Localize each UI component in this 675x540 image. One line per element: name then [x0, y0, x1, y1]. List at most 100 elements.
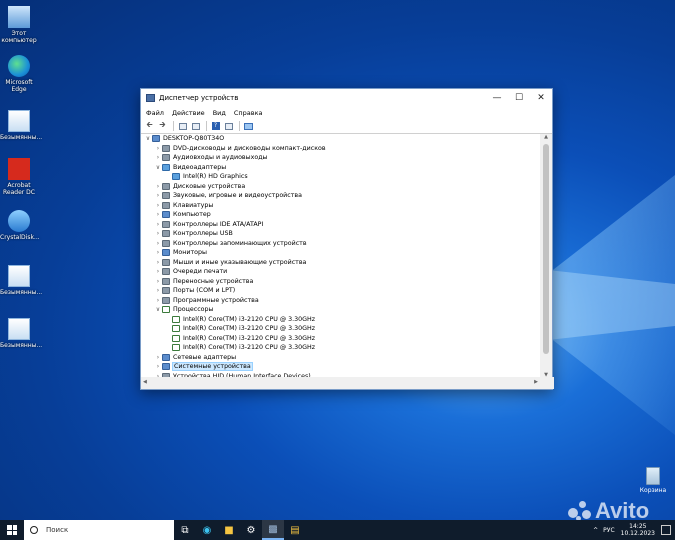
- maximize-button[interactable]: ☐: [508, 89, 530, 107]
- tree-device[interactable]: Intel(R) Core(TM) i3-2120 CPU @ 3.30GHz: [141, 334, 541, 344]
- chevron-right-icon[interactable]: ›: [154, 192, 162, 199]
- chevron-right-icon[interactable]: ›: [154, 268, 162, 275]
- tree-device[interactable]: Intel(R) HD Graphics: [141, 172, 541, 182]
- tree-category[interactable]: › Контроллеры USB: [141, 229, 541, 239]
- title-bar[interactable]: Диспетчер устройств — ☐ ✕: [141, 89, 552, 107]
- chevron-right-icon[interactable]: ›: [154, 145, 162, 152]
- scan-hardware-icon[interactable]: [243, 121, 254, 132]
- start-button[interactable]: [0, 520, 24, 540]
- taskbar-explorer-icon[interactable]: ■: [218, 520, 240, 540]
- clock-time: 14:25: [629, 523, 647, 530]
- task-view-icon[interactable]: ⧉: [174, 520, 196, 540]
- chevron-right-icon[interactable]: ›: [154, 230, 162, 237]
- recycle-bin[interactable]: Корзина: [638, 467, 668, 494]
- scroll-up-icon[interactable]: ▲: [540, 134, 552, 140]
- tree-category[interactable]: › DVD-дисководы и дисководы компакт-диско…: [141, 144, 541, 154]
- tree-category[interactable]: ∨ Видеоадаптеры: [141, 163, 541, 173]
- clock[interactable]: 14:25 10.12.2023: [621, 523, 655, 537]
- tree-category[interactable]: › Порты (COM и LPT): [141, 286, 541, 296]
- tree-category[interactable]: › Контроллеры IDE ATA/ATAPI: [141, 220, 541, 230]
- tree-category[interactable]: › Системные устройства: [141, 362, 541, 372]
- input-language[interactable]: РУС: [603, 527, 614, 534]
- chevron-down-icon[interactable]: ∨: [154, 306, 162, 313]
- menu-action[interactable]: Действие: [172, 109, 205, 117]
- tray-chevron-icon[interactable]: ^: [593, 527, 598, 534]
- chevron-right-icon[interactable]: ›: [154, 278, 162, 285]
- taskbar-search[interactable]: Поиск: [24, 520, 174, 540]
- taskbar-folder-icon[interactable]: ▤: [284, 520, 306, 540]
- chevron-right-icon[interactable]: ›: [154, 202, 162, 209]
- tree-root[interactable]: ∨ DESKTOP-Q80T34O: [141, 134, 541, 144]
- edge-icon: [8, 55, 30, 77]
- tree-category[interactable]: › Мониторы: [141, 248, 541, 258]
- tree-category[interactable]: ∨ Процессоры: [141, 305, 541, 315]
- tree-category[interactable]: › Аудиовходы и аудиовыходы: [141, 153, 541, 163]
- image-file-icon: [8, 318, 30, 340]
- chevron-right-icon[interactable]: ›: [154, 354, 162, 361]
- chevron-right-icon[interactable]: ›: [154, 297, 162, 304]
- tree-device[interactable]: Intel(R) Core(TM) i3-2120 CPU @ 3.30GHz: [141, 324, 541, 334]
- vertical-scrollbar[interactable]: ▲ ▼: [540, 134, 552, 378]
- properties-icon[interactable]: [177, 121, 188, 132]
- tree-category[interactable]: › Программные устройства: [141, 296, 541, 306]
- tree-category[interactable]: › Компьютер: [141, 210, 541, 220]
- scroll-thumb[interactable]: [543, 144, 549, 354]
- tree-category[interactable]: › Переносные устройства: [141, 277, 541, 287]
- desktop-icon-5[interactable]: Безымянны...: [0, 265, 42, 296]
- device-icon: [162, 192, 170, 200]
- desktop-icon-2[interactable]: Безымянны...: [0, 110, 42, 141]
- help-icon[interactable]: ?: [210, 121, 221, 132]
- forward-arrow-icon[interactable]: 🡲: [157, 120, 168, 132]
- chevron-right-icon[interactable]: ›: [154, 249, 162, 256]
- desktop-icon-4[interactable]: CrystalDisk...: [0, 210, 40, 241]
- tree-device[interactable]: Intel(R) Core(TM) i3-2120 CPU @ 3.30GHz: [141, 343, 541, 353]
- recycle-bin-label: Корзина: [639, 487, 667, 494]
- tree-item-label: Контроллеры IDE ATA/ATAPI: [173, 220, 264, 228]
- tree-category[interactable]: › Звуковые, игровые и видеоустройства: [141, 191, 541, 201]
- chevron-right-icon[interactable]: ›: [154, 363, 162, 370]
- tree-category[interactable]: › Дисковые устройства: [141, 182, 541, 192]
- system-tray: ^ РУС 14:25 10.12.2023: [593, 523, 675, 537]
- scroll-right-icon[interactable]: ▶: [534, 379, 538, 385]
- taskbar-settings-icon[interactable]: ⚙: [240, 520, 262, 540]
- scroll-left-icon[interactable]: ◀: [143, 379, 147, 385]
- device-view-icon[interactable]: [223, 121, 234, 132]
- desktop-icon-6[interactable]: Безымянны...: [0, 318, 42, 349]
- tree-category[interactable]: › Клавиатуры: [141, 201, 541, 211]
- chevron-down-icon[interactable]: ∨: [154, 164, 162, 171]
- close-button[interactable]: ✕: [530, 89, 552, 107]
- horizontal-scrollbar[interactable]: ◀ ▶: [141, 377, 554, 389]
- chevron-down-icon[interactable]: ∨: [144, 135, 152, 142]
- desktop-icon-0[interactable]: Этот компьютер: [0, 6, 38, 44]
- chevron-right-icon[interactable]: ›: [154, 240, 162, 247]
- tree-category[interactable]: › Мыши и иные указывающие устройства: [141, 258, 541, 268]
- taskbar-device-manager-icon[interactable]: ▩: [262, 520, 284, 540]
- tree-category[interactable]: › Очереди печати: [141, 267, 541, 277]
- chevron-right-icon[interactable]: ›: [154, 287, 162, 294]
- desktop-icon-label: Microsoft Edge: [5, 79, 33, 93]
- desktop-icon-1[interactable]: Microsoft Edge: [0, 55, 38, 93]
- desktop-icon-3[interactable]: Acrobat Reader DC: [0, 158, 38, 196]
- search-icon: [30, 526, 38, 534]
- chevron-right-icon[interactable]: ›: [154, 221, 162, 228]
- device-icon: [162, 258, 170, 266]
- menu-file[interactable]: Файл: [146, 109, 164, 117]
- list-view-icon[interactable]: [190, 121, 201, 132]
- menu-view[interactable]: Вид: [213, 109, 226, 117]
- taskbar-edge-icon[interactable]: ◉: [196, 520, 218, 540]
- tree-device[interactable]: Intel(R) Core(TM) i3-2120 CPU @ 3.30GHz: [141, 315, 541, 325]
- back-arrow-icon[interactable]: 🡰: [144, 120, 155, 132]
- tree-category[interactable]: › Контроллеры запоминающих устройств: [141, 239, 541, 249]
- notifications-icon[interactable]: [661, 525, 671, 535]
- chevron-right-icon[interactable]: ›: [154, 183, 162, 190]
- menu-help[interactable]: Справка: [234, 109, 263, 117]
- chevron-right-icon[interactable]: ›: [154, 154, 162, 161]
- processor-icon: [162, 306, 170, 314]
- chevron-right-icon[interactable]: ›: [154, 211, 162, 218]
- device-icon: [162, 239, 170, 247]
- minimize-button[interactable]: —: [486, 89, 508, 107]
- windows-logo-icon: [7, 525, 17, 535]
- toolbar-separator: [239, 121, 240, 131]
- chevron-right-icon[interactable]: ›: [154, 259, 162, 266]
- tree-category[interactable]: › Сетевые адаптеры: [141, 353, 541, 363]
